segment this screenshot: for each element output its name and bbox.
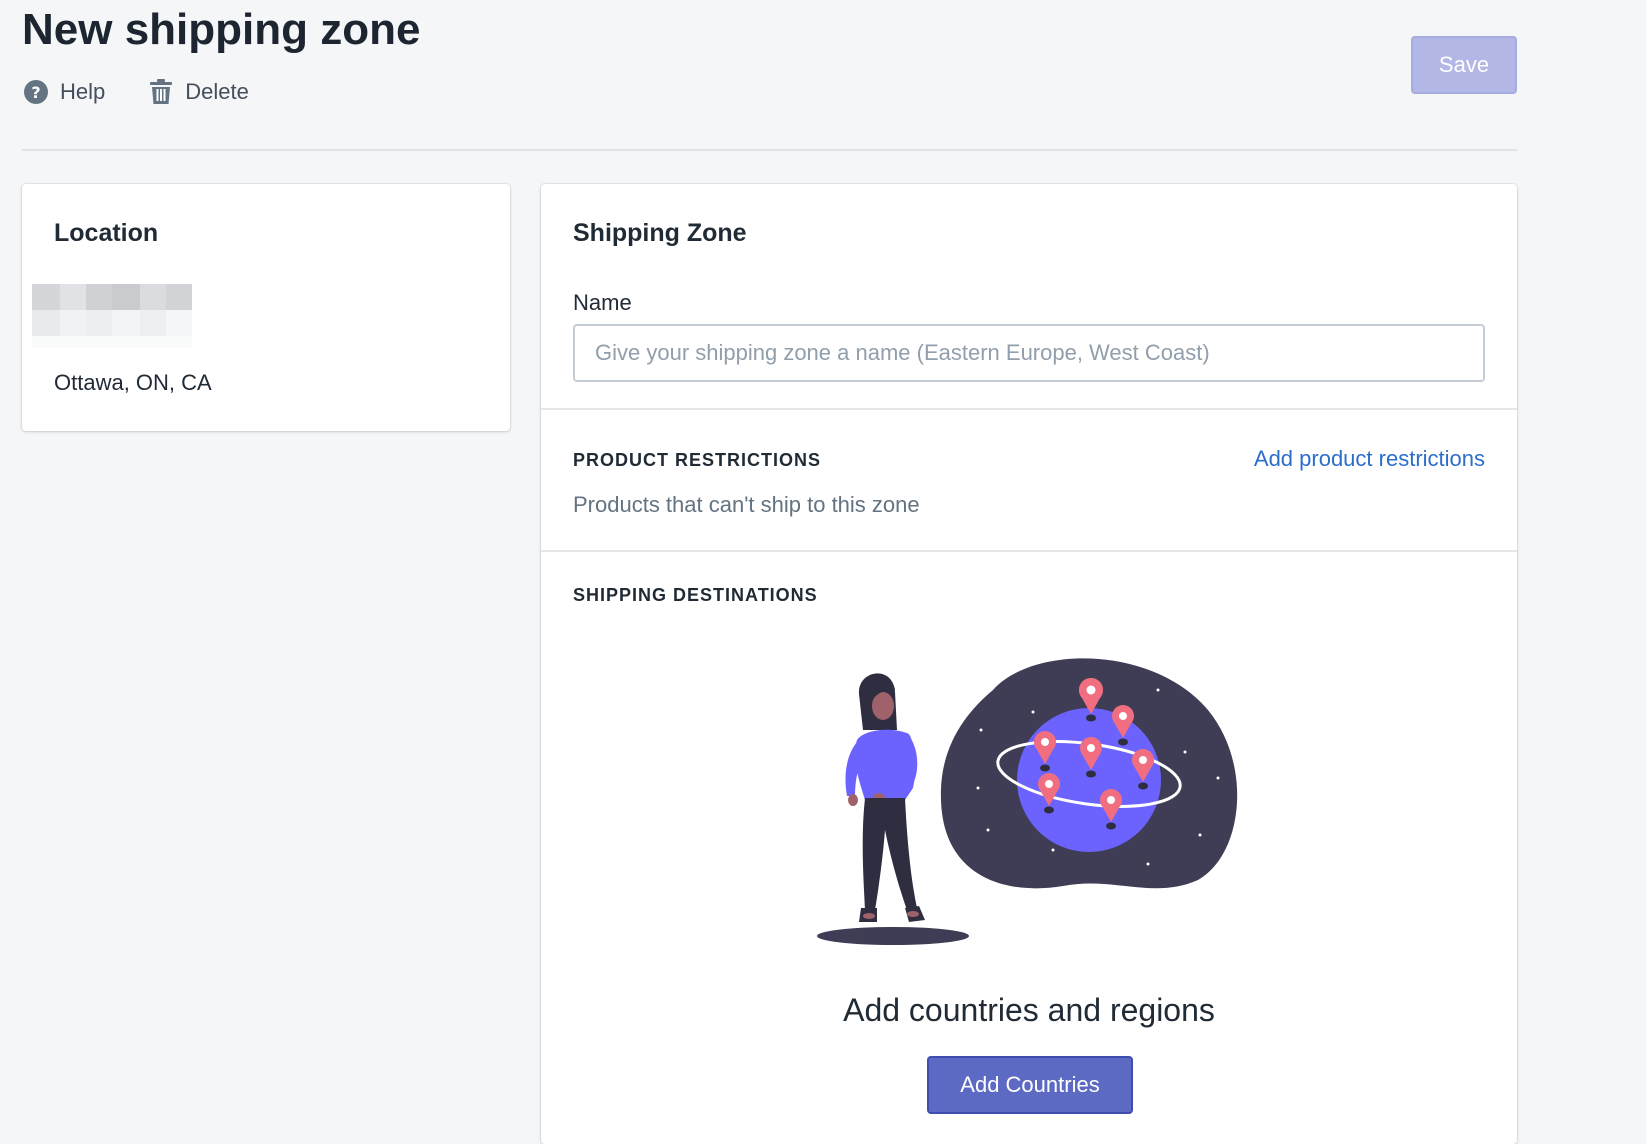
page-title: New shipping zone <box>22 5 421 54</box>
section-divider <box>541 408 1517 410</box>
svg-text:?: ? <box>31 83 40 102</box>
trash-icon <box>147 78 175 106</box>
add-product-restrictions-link[interactable]: Add product restrictions <box>1254 446 1485 472</box>
help-action[interactable]: ? Help <box>22 78 105 106</box>
product-restrictions-description: Products that can't ship to this zone <box>573 492 920 517</box>
delete-action[interactable]: Delete <box>147 78 249 106</box>
add-countries-button[interactable]: Add Countries <box>927 1056 1133 1114</box>
product-restrictions-heading: PRODUCT RESTRICTIONS <box>573 450 822 470</box>
help-icon: ? <box>22 78 50 106</box>
zone-name-input[interactable] <box>573 324 1485 382</box>
help-label: Help <box>60 79 106 104</box>
shipping-destinations-heading: SHIPPING DESTINATIONS <box>573 585 818 605</box>
empty-state-title: Add countries and regions <box>843 992 1215 1028</box>
section-divider <box>541 550 1517 552</box>
shipping-zone-card: Shipping Zone Name PRODUCT RESTRICTIONS … <box>541 184 1517 1144</box>
save-button[interactable]: Save <box>1411 36 1517 94</box>
location-city: Ottawa, ON, CA <box>54 370 212 395</box>
globe-illustration <box>813 650 1243 955</box>
page-actions: ? Help Delete <box>22 78 291 106</box>
location-title: Location <box>54 219 159 247</box>
redacted-address <box>32 284 200 350</box>
shipping-zone-title: Shipping Zone <box>573 219 747 247</box>
delete-label: Delete <box>185 79 249 104</box>
name-label: Name <box>573 290 632 315</box>
header-divider <box>22 149 1517 151</box>
